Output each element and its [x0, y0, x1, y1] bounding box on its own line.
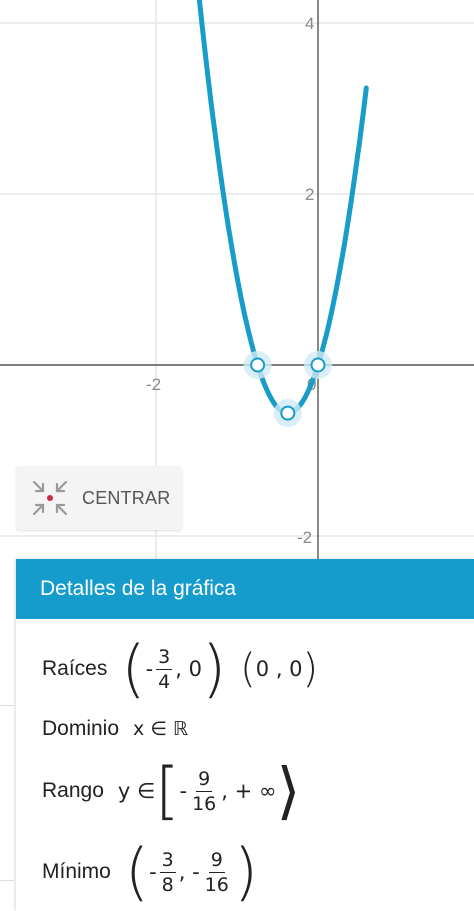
roots-label: Raíces [42, 657, 108, 680]
tick-label-y-2: 2 [305, 185, 314, 204]
range-fraction: 9 16 [192, 767, 217, 815]
roots-row: Raíces ( - 3 4 , 0 ) ( 0 , 0 ) [42, 632, 319, 705]
collapse-arrows-icon [28, 476, 72, 520]
root-2-point[interactable] [310, 357, 326, 373]
graph-details-panel: Detalles de la gráfica Raíces ( - 3 4 , … [16, 559, 474, 911]
domain-row: Dominio x ∈ ℝ [42, 712, 188, 746]
tick-label-y-neg2: -2 [297, 528, 312, 547]
minimum-x-fraction: 3 8 [159, 848, 176, 896]
tick-label-y-4: 4 [305, 14, 314, 33]
minimum-row: Mínimo ( - 3 8 , - 9 16 ) [42, 835, 259, 908]
domain-label: Dominio [42, 717, 120, 740]
root-1-point[interactable] [250, 357, 266, 373]
range-label: Rango [42, 779, 104, 802]
minimum-label: Mínimo [42, 860, 111, 883]
root2-value: 0 , 0 [255, 657, 303, 681]
minimum-point[interactable] [280, 405, 296, 421]
tick-label-x-neg2: -2 [146, 375, 161, 394]
minimum-y-fraction: 9 16 [204, 848, 229, 896]
center-button[interactable]: CENTRAR [16, 466, 182, 530]
root1-fraction: 3 4 [156, 645, 173, 693]
domain-value: x ∈ ℝ [133, 718, 188, 740]
panel-title: Detalles de la gráfica [40, 577, 237, 600]
range-row: Rango y ∈ [ - 9 16 , + ∞ ⟩ [42, 754, 301, 827]
function-curve[interactable] [196, 0, 369, 416]
center-button-label: CENTRAR [82, 487, 171, 508]
panel-header[interactable]: Detalles de la gráfica [16, 559, 474, 619]
